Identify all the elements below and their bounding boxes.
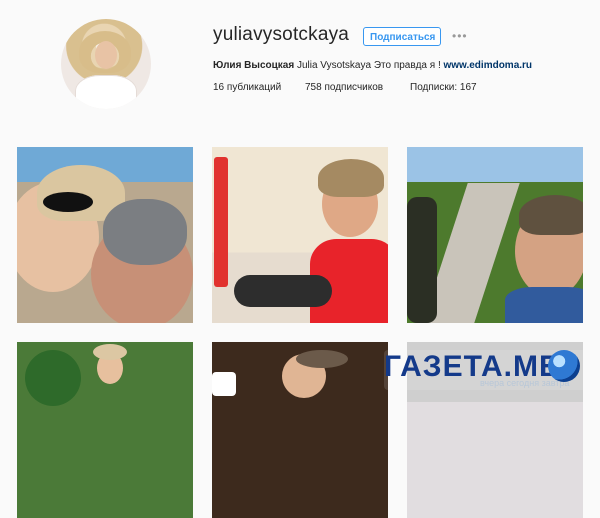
post-thumbnail-5[interactable]: [212, 342, 388, 518]
profile-bio: Юлия Высоцкая Julia Vysotskaya Это правд…: [213, 60, 532, 71]
post-photo-content: [25, 350, 81, 406]
profile-avatar[interactable]: [61, 19, 151, 109]
profile-username: yuliavysotckaya: [213, 24, 350, 45]
bio-text: Julia Vysotskaya Это правда я !: [296, 60, 441, 71]
post-thumbnail-1[interactable]: [17, 147, 193, 323]
bio-name: Юлия Высоцкая: [213, 60, 295, 71]
post-photo-content: [93, 344, 127, 360]
post-photo-content: [103, 199, 187, 265]
subscribe-button[interactable]: Подписаться: [363, 27, 441, 46]
globe-icon: [548, 350, 580, 382]
avatar-top: [75, 75, 137, 109]
post-photo-content: [296, 350, 348, 368]
post-photo-content: [519, 195, 583, 235]
watermark: ГАЗЕТА.ME вчера сегодня завтра: [384, 350, 590, 390]
avatar-face: [95, 41, 117, 69]
following-count[interactable]: Подписки: 167: [410, 82, 477, 93]
post-photo-content: [505, 287, 583, 323]
post-thumbnail-2[interactable]: [212, 147, 388, 323]
post-photo-content: [214, 157, 228, 287]
post-photo-content: [407, 197, 437, 323]
followers-count[interactable]: 758 подписчиков: [305, 82, 383, 93]
post-photo-content: [234, 275, 332, 307]
post-photo-content: [318, 159, 384, 197]
post-thumbnail-3[interactable]: [407, 147, 583, 323]
bio-link[interactable]: www.edimdoma.ru: [444, 60, 533, 71]
post-photo-content: [212, 372, 236, 396]
post-thumbnail-4[interactable]: [17, 342, 193, 518]
sunglasses-icon: [43, 192, 93, 212]
more-options-icon[interactable]: •••: [452, 29, 468, 43]
posts-count: 16 публикаций: [213, 82, 282, 93]
